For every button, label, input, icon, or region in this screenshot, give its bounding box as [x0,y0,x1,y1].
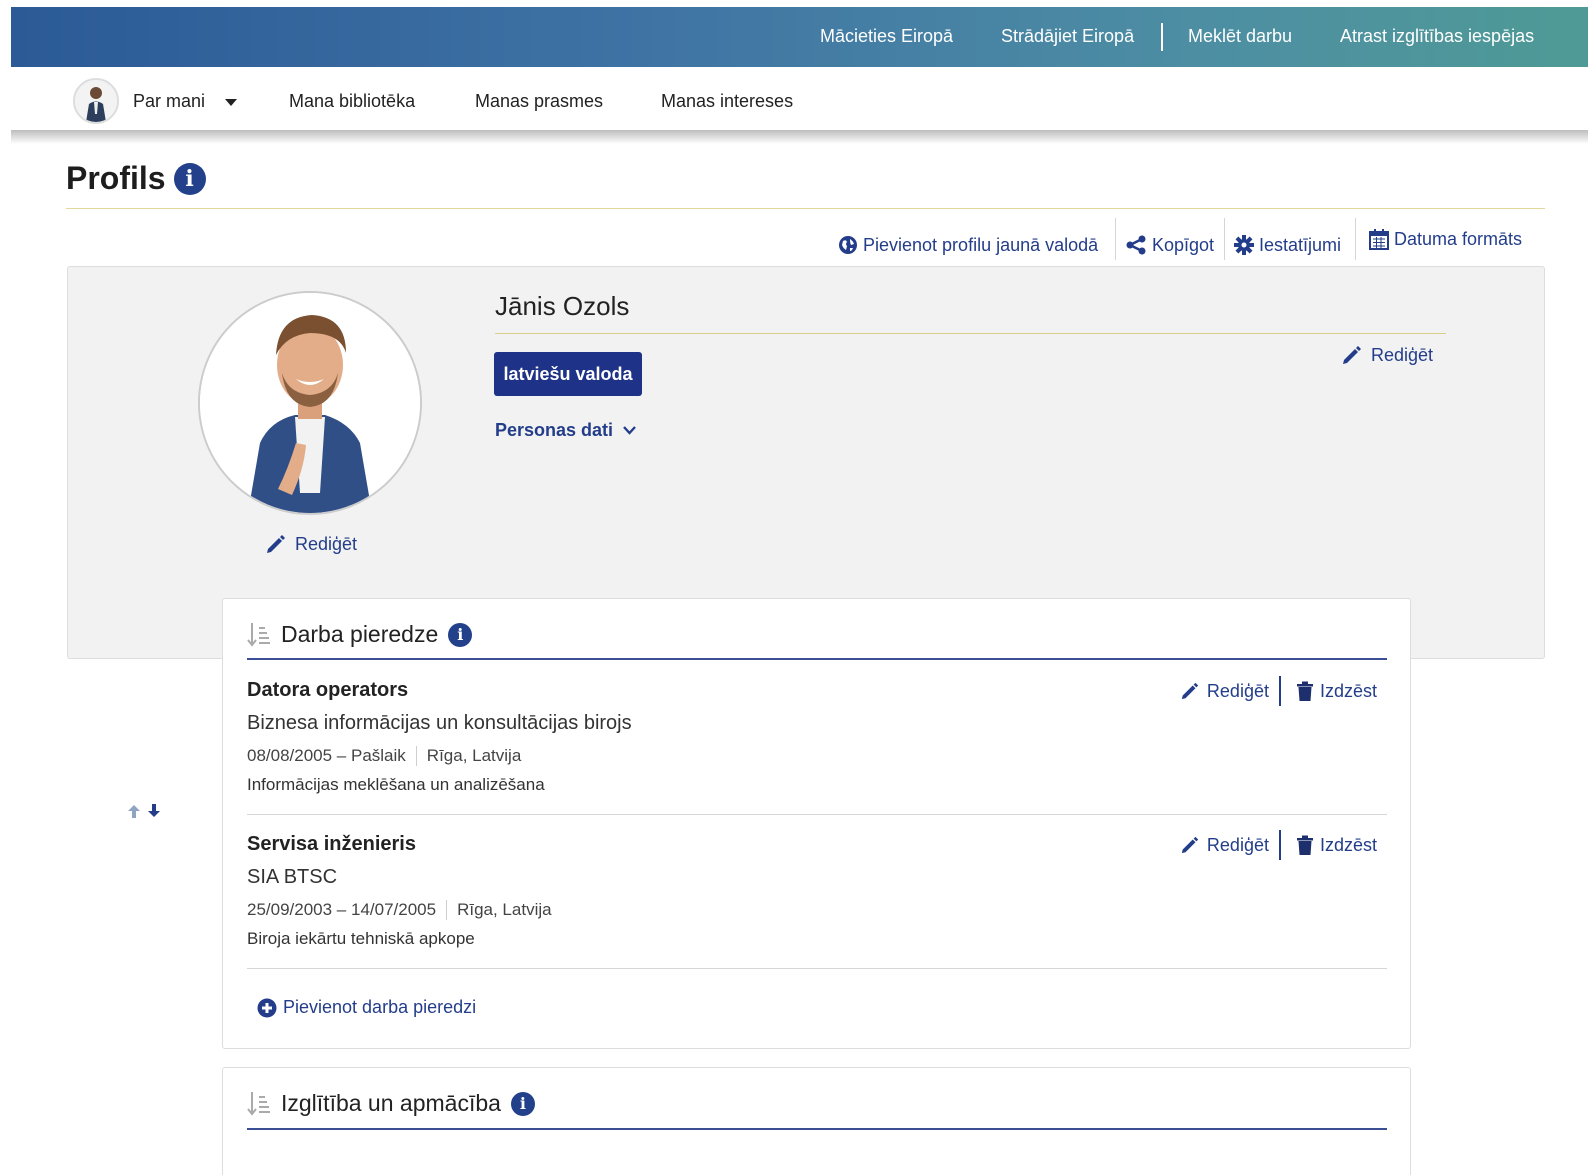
language-button[interactable]: latviešu valoda [494,352,642,396]
pencil-icon [1343,346,1361,364]
page-title-row: Profils i [66,160,206,197]
add-language-button[interactable]: Pievienot profilu jaunā valodā [838,228,1098,262]
profile-edit-button[interactable]: Rediģēt [1341,344,1433,366]
personal-data-label: Personas dati [495,420,614,440]
nav-my-skills[interactable]: Manas prasmes [475,91,603,112]
job-edit-button[interactable]: Rediģēt [1180,681,1269,702]
action-divider [1115,218,1116,260]
card-divider [247,658,1387,660]
info-icon[interactable]: i [173,162,206,195]
job-meta: 25/09/2003 – 14/07/2005 Rīga, Latvija [247,900,552,920]
share-label: Kopīgot [1152,234,1215,255]
avatar-person-icon [75,80,117,122]
share-icon [1126,235,1146,255]
job-dates: 25/09/2003 – 14/07/2005 [247,900,437,919]
job-delete-button[interactable]: Izdzēst [1296,680,1377,702]
profile-name: Jānis Ozols [495,291,630,321]
find-learning-link[interactable]: Atrast izglītības iespējas [1340,7,1534,67]
gear-icon [1234,235,1254,255]
work-item: Servisa inženieris SIA BTSC 25/09/2003 –… [247,830,1387,951]
job-actions: Rediģēt Izdzēst [1180,830,1377,860]
job-employer: Biznesa informācijas un konsultācijas bi… [247,712,632,734]
job-employer: SIA BTSC [247,866,338,888]
globe-icon [839,236,857,254]
arrow-down-icon[interactable] [146,803,162,819]
share-button[interactable]: Kopīgot [1125,228,1214,262]
learn-in-europe-link[interactable]: Mācieties Eiropā [820,7,953,67]
education-card: Izglītība un apmācība i [222,1067,1411,1175]
trash-icon [1296,835,1313,855]
reorder-controls [126,803,162,819]
pencil-icon [1181,836,1199,854]
settings-button[interactable]: Iestatījumi [1234,228,1341,262]
date-format-button[interactable]: Datuma formāts [1369,222,1522,256]
date-format-label: Datuma formāts [1394,228,1523,249]
item-divider [247,968,1387,969]
trash-icon [1296,681,1313,701]
job-edit-label: Rediģēt [1206,680,1269,701]
job-title: Datora operators [247,679,409,701]
sort-icon[interactable] [247,622,271,648]
card-divider [247,1128,1387,1130]
person-photo-icon [200,293,420,513]
work-experience-header: Darba pieredze i [247,621,473,648]
education-heading: Izglītība un apmācība [281,1090,501,1116]
job-location: Rīga, Latvija [426,746,522,765]
personal-data-toggle[interactable]: Personas dati [495,420,636,441]
name-divider [495,333,1446,334]
job-edit-label: Rediģēt [1206,834,1269,855]
nav-my-library[interactable]: Mana bibliotēka [289,91,415,112]
work-item: Datora operators Biznesa informācijas un… [247,676,1387,797]
page-title: Profils [66,160,166,196]
job-description: Biroja iekārtu tehniskā apkope [247,929,475,948]
action-divider [1224,218,1225,260]
item-divider [247,814,1387,815]
add-work-experience-button[interactable]: Pievienot darba pieredzi [257,997,476,1018]
info-icon[interactable]: i [510,1091,535,1116]
job-edit-button[interactable]: Rediģēt [1180,835,1269,856]
sort-icon[interactable] [247,1091,271,1117]
nav-my-interests[interactable]: Manas intereses [661,91,793,112]
nav-about-me[interactable]: Par mani [133,91,205,112]
work-in-europe-link[interactable]: Strādājiet Eiropā [1001,7,1134,67]
add-language-label: Pievienot profilu jaunā valodā [863,234,1099,255]
caret-down-icon[interactable] [225,99,237,107]
add-work-experience-label: Pievienot darba pieredzi [283,997,477,1017]
photo-edit-label: Rediģēt [295,533,358,554]
banner-divider [1161,23,1163,51]
job-dates: 08/08/2005 – Pašlaik [247,746,406,765]
profile-photo [198,291,422,515]
title-divider [66,208,1545,209]
profile-edit-label: Rediģēt [1371,344,1434,365]
chevron-down-icon [623,426,636,435]
job-actions: Rediģēt Izdzēst [1180,676,1377,706]
job-delete-button[interactable]: Izdzēst [1296,834,1377,856]
job-title: Servisa inženieris [247,833,416,855]
job-delete-label: Izdzēst [1319,834,1377,855]
job-description: Informācijas meklēšana un analizēšana [247,775,545,794]
info-icon[interactable]: i [448,622,473,647]
settings-label: Iestatījumi [1259,234,1342,255]
job-location: Rīga, Latvija [457,900,552,919]
education-header: Izglītība un apmācība i [247,1090,535,1117]
find-job-link[interactable]: Meklēt darbu [1188,7,1292,67]
arrow-up-icon[interactable] [126,803,142,819]
job-delete-label: Izdzēst [1319,680,1377,701]
top-banner: Mācieties Eiropā Strādājiet Eiropā Meklē… [11,7,1588,67]
photo-edit-button[interactable]: Rediģēt [265,533,357,555]
action-divider [1355,218,1356,260]
job-meta: 08/08/2005 – Pašlaik Rīga, Latvija [247,746,521,766]
nav-shadow [11,130,1588,144]
calendar-icon [1369,229,1389,250]
main-nav: Par mani Mana bibliotēka Manas prasmes M… [11,67,1588,133]
pencil-icon [1181,682,1199,700]
work-experience-card: Darba pieredze i Datora operators Biznes… [222,598,1411,1049]
plus-circle-icon [257,998,277,1017]
pencil-icon [267,535,285,553]
avatar[interactable] [73,78,119,124]
work-experience-heading: Darba pieredze [281,621,439,647]
